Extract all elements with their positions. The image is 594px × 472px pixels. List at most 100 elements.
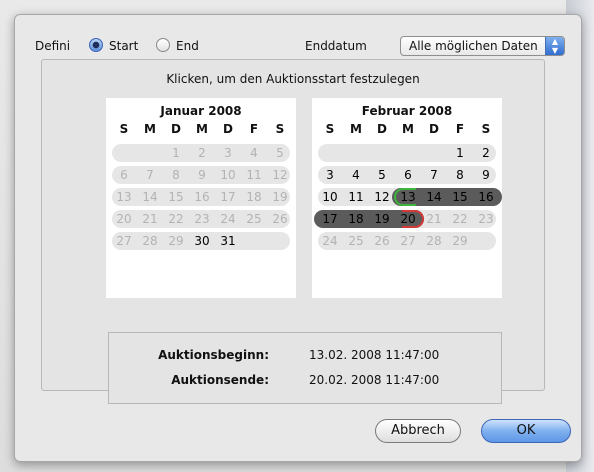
day-cell[interactable]: 7 (421, 168, 447, 182)
day-cell[interactable]: 31 (215, 234, 241, 248)
day-cell[interactable]: 15 (447, 190, 473, 204)
day-cell[interactable]: 4 (343, 168, 369, 182)
day-cell[interactable]: 21 (137, 212, 163, 226)
instruction-text: Klicken, um den Auktionsstart festzulege… (166, 72, 420, 86)
day-cell[interactable]: 9 (189, 168, 215, 182)
enddate-popup[interactable]: Alle möglichen Daten ▲ ▼ (400, 36, 565, 56)
day-cell[interactable]: 21 (421, 212, 447, 226)
week-row: 13 14 15 16 17 18 19 (112, 188, 290, 206)
day-cell[interactable]: 18 (343, 212, 369, 226)
begin-label: Auktionsbeginn: (158, 348, 269, 362)
day-cell[interactable]: 28 (137, 234, 163, 248)
day-cell[interactable]: 4 (241, 146, 267, 160)
day-cell[interactable]: 1 (163, 146, 189, 160)
end-value: 20.02. 2008 11:47:00 (309, 373, 440, 387)
weekday-label: M (196, 122, 208, 136)
day-cell[interactable]: 18 (241, 190, 267, 204)
summary-row-end: Auktionsende: 20.02. 2008 11:47:00 (109, 373, 501, 391)
day-cell[interactable]: 17 (215, 190, 241, 204)
radio-start[interactable] (89, 38, 103, 52)
ok-button[interactable]: OK (481, 419, 571, 443)
day-cell[interactable]: 12 (267, 168, 293, 182)
day-cell[interactable]: 19 (369, 212, 395, 226)
day-cell[interactable]: 15 (163, 190, 189, 204)
day-cell[interactable]: 19 (267, 190, 293, 204)
end-label: Auktionsende: (171, 373, 269, 387)
day-cell[interactable]: 26 (369, 234, 395, 248)
week-row: 17 18 19 20 21 22 23 (314, 210, 499, 228)
weekday-label: S (325, 122, 335, 136)
day-cell[interactable]: 8 (447, 168, 473, 182)
day-cell[interactable]: 6 (111, 168, 137, 182)
week-row: 12 (318, 144, 496, 162)
day-cell[interactable]: 22 (447, 212, 473, 226)
day-cell[interactable]: 24 (317, 234, 343, 248)
day-cell[interactable]: 27 (395, 234, 421, 248)
weekday-label: D (429, 122, 439, 136)
day-cell[interactable]: 29 (447, 234, 473, 248)
day-cell[interactable]: 28 (421, 234, 447, 248)
week-row: 10 11 12 13 14 15 16 (317, 188, 502, 206)
week-row: 3456789 (318, 166, 496, 184)
day-cell[interactable]: 23 (473, 212, 499, 226)
day-cell[interactable]: 16 (473, 190, 499, 204)
day-cell[interactable]: 22 (163, 212, 189, 226)
week-row: 12345 (112, 144, 290, 162)
weekday-label: S (481, 122, 491, 136)
day-cell[interactable]: 20 (111, 212, 137, 226)
day-cell[interactable]: 11 (241, 168, 267, 182)
define-label: Defini (35, 39, 71, 53)
calendar-february: Februar 2008 S M D M D F S 1 2 3 4 5 6 7 8 9 10 11 12 13 14 1… (312, 98, 502, 298)
cancel-button[interactable]: Abbrech (375, 419, 461, 443)
month-title: Januar 2008 (160, 104, 242, 118)
day-cell[interactable]: 25 (343, 234, 369, 248)
day-cell[interactable]: 30 (189, 234, 215, 248)
weekday-label: S (119, 122, 129, 136)
day-cell[interactable]: 17 (317, 212, 343, 226)
start-marker (394, 188, 416, 206)
day-cell[interactable]: 8 (163, 168, 189, 182)
day-cell[interactable]: 11 (343, 190, 369, 204)
day-cell[interactable]: 16 (189, 190, 215, 204)
day-cell[interactable]: 14 (137, 190, 163, 204)
begin-value: 13.02. 2008 11:47:00 (309, 348, 440, 362)
radio-start-label[interactable]: Start (109, 39, 138, 53)
calendar-group: Klicken, um den Auktionsstart festzulege… (41, 59, 545, 404)
definition-row: Defini Start End Enddatum Alle möglichen… (35, 36, 565, 56)
day-cell[interactable]: 2 (189, 146, 215, 160)
weekday-label: D (223, 122, 233, 136)
week-row: 24 25 26 27 28 29 (318, 232, 496, 250)
weekday-label: M (350, 122, 362, 136)
day-cell[interactable]: 3 (215, 146, 241, 160)
day-cell[interactable]: 5 (267, 146, 293, 160)
day-cell[interactable]: 13 (111, 190, 137, 204)
summary-box: Auktionsbeginn: 13.02. 2008 11:47:00 Auk… (108, 332, 502, 404)
day-cell[interactable]: 10 (215, 168, 241, 182)
weekday-label: S (275, 122, 285, 136)
day-cell[interactable]: 14 (421, 190, 447, 204)
week-row: 6 7 8 9 10 11 12 (112, 166, 290, 184)
day-cell[interactable]: 26 (267, 212, 293, 226)
day-cell[interactable]: 1 (447, 146, 473, 160)
day-cell[interactable]: 7 (137, 168, 163, 182)
day-cell[interactable]: 25 (241, 212, 267, 226)
day-cell[interactable]: 9 (473, 168, 499, 182)
calendar-january: Januar 2008 S M D M D F S 1 2 3 4 5 6 7 8 9 10 11 12 13 14 15… (106, 98, 296, 298)
enddate-label: Enddatum (305, 39, 367, 53)
day-cell[interactable]: 12 (369, 190, 395, 204)
day-cell[interactable]: 3 (317, 168, 343, 182)
day-cell[interactable]: 5 (369, 168, 395, 182)
day-cell[interactable]: 6 (395, 168, 421, 182)
day-cell[interactable]: 27 (111, 234, 137, 248)
weekday-header: SMDMDFS (112, 122, 290, 138)
summary-row-begin: Auktionsbeginn: 13.02. 2008 11:47:00 (109, 348, 501, 366)
radio-end-label[interactable]: End (176, 39, 199, 53)
weekday-header: SMDMDFS (318, 122, 496, 138)
weekday-label: F (249, 122, 259, 136)
day-cell[interactable]: 10 (317, 190, 343, 204)
day-cell[interactable]: 29 (163, 234, 189, 248)
day-cell[interactable]: 23 (189, 212, 215, 226)
day-cell[interactable]: 24 (215, 212, 241, 226)
day-cell[interactable]: 2 (473, 146, 499, 160)
radio-end[interactable] (156, 38, 170, 52)
